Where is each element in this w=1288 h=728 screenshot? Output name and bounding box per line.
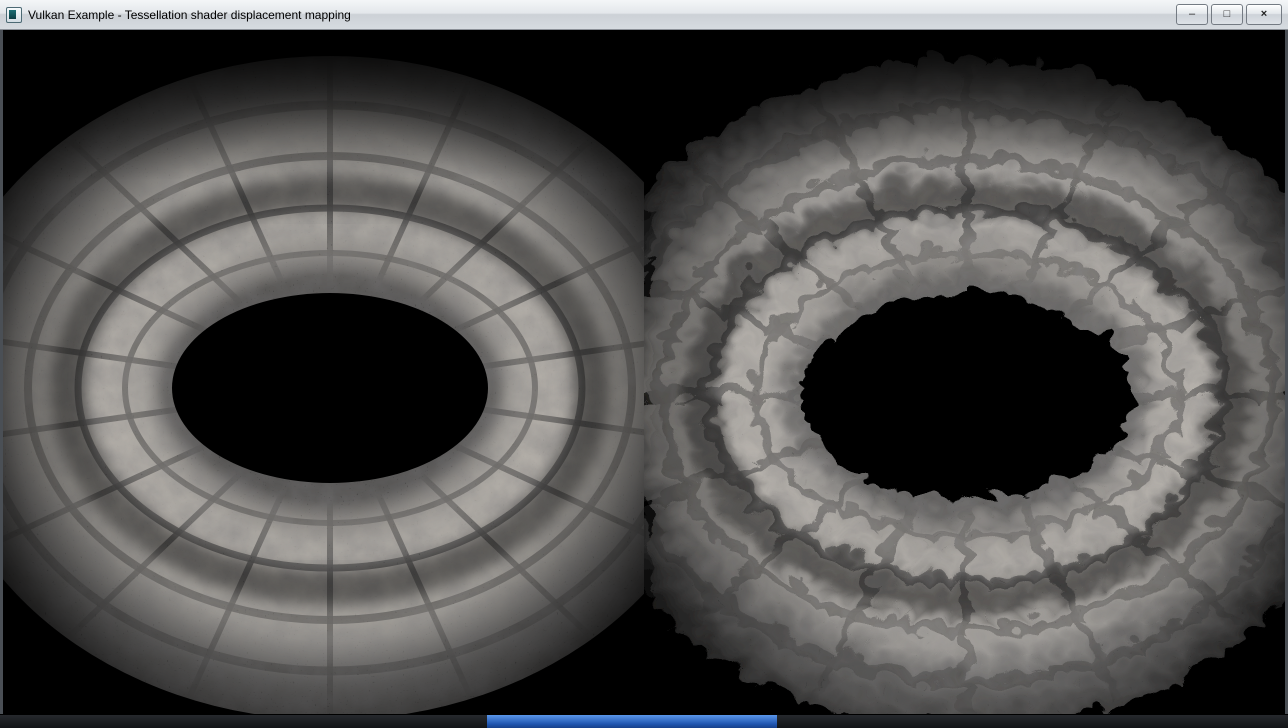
close-button[interactable]: × (1246, 4, 1282, 25)
render-surface[interactable] (0, 30, 1288, 715)
torus-displaced-render (644, 30, 1285, 715)
window-controls: – □ × (1176, 4, 1282, 25)
viewport-right-torus-displaced[interactable] (644, 30, 1285, 715)
vulkan-app-icon-mark (9, 10, 16, 19)
torus-flat-render (3, 30, 644, 715)
vulkan-app-icon (6, 7, 22, 23)
maximize-button[interactable]: □ (1211, 4, 1243, 25)
bottom-frame (0, 714, 1288, 728)
window-title: Vulkan Example - Tessellation shader dis… (28, 8, 351, 22)
minimize-button[interactable]: – (1176, 4, 1208, 25)
titlebar[interactable]: Vulkan Example - Tessellation shader dis… (0, 0, 1288, 30)
app-window: Vulkan Example - Tessellation shader dis… (0, 0, 1288, 728)
taskbar-glimpse (487, 715, 777, 728)
viewport-left-torus-flat[interactable] (3, 30, 644, 715)
